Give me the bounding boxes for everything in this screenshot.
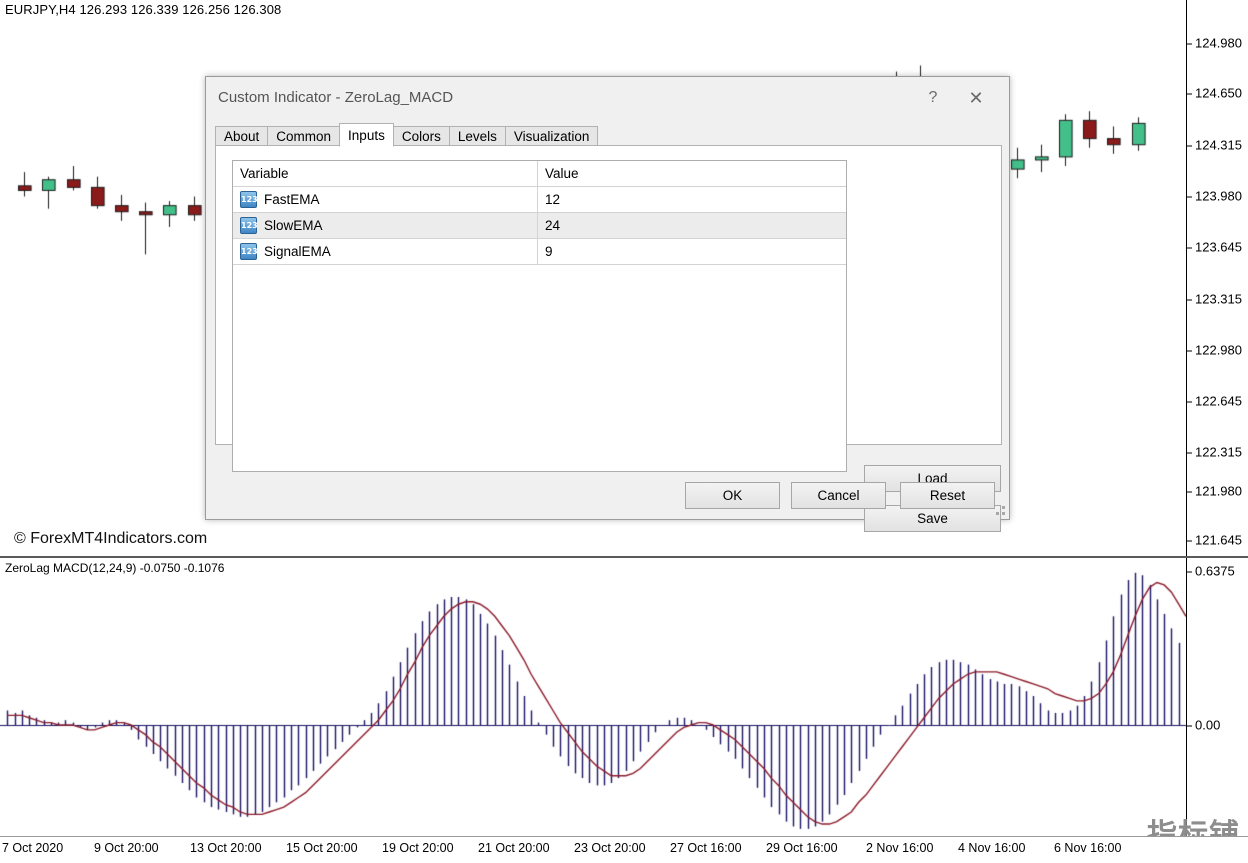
table-row[interactable]: 123 SlowEMA 24 [233,213,846,239]
forexmt4indicators-watermark: © ForexMT4Indicators.com [14,530,208,547]
variable-value-cell[interactable]: 24 [538,213,846,238]
price-tick-label: 121.980 [1187,483,1242,499]
table-row[interactable]: 123 SignalEMA 9 [233,239,846,265]
indicator-readout-label: ZeroLag MACD(12,24,9) -0.0750 -0.1076 [5,561,225,575]
tab-colors[interactable]: Colors [392,126,450,147]
variable-cell: 123 SignalEMA [233,239,538,264]
time-tick-label: 4 Nov 16:00 [958,841,1026,855]
variable-value-cell[interactable]: 9 [538,239,846,264]
price-tick-label: 121.645 [1187,532,1242,548]
tab-inputs[interactable]: Inputs [339,123,394,147]
number-icon: 123 [240,243,258,260]
number-icon: 123 [240,191,258,208]
chinese-watermark: 指标铺 [1147,818,1240,836]
help-icon[interactable]: ? [919,85,947,111]
time-tick-label: 21 Oct 20:00 [478,841,550,855]
table-row[interactable]: 123 FastEMA 12 [233,187,846,213]
price-tick-label: 122.315 [1187,444,1242,460]
price-tick-label: 124.315 [1187,137,1242,153]
variable-name-label: FastEMA [264,192,320,207]
time-tick-label: 6 Nov 16:00 [1054,841,1122,855]
time-tick-label: 2 Nov 16:00 [866,841,934,855]
time-tick-label: 13 Oct 20:00 [190,841,262,855]
inputs-tab-panel: Variable Value 123 FastEMA 12 123 SlowEMA 24 1… [215,145,1002,532]
time-tick-label: 9 Oct 20:00 [94,841,159,855]
macd-chart-canvas [0,558,1186,836]
tab-about[interactable]: About [215,126,269,147]
grid-header-row: Variable Value [233,161,846,187]
price-tick-label: 123.315 [1187,291,1242,307]
macd-tick-label: 0.00 [1186,717,1221,733]
column-header-variable: Variable [233,161,538,186]
dialog-titlebar[interactable]: Custom Indicator - ZeroLag_MACD ? ✕ [206,77,1009,119]
variable-value-cell[interactable]: 12 [538,187,846,212]
price-tick-label: 123.980 [1187,188,1242,204]
cancel-button[interactable]: Cancel [791,482,886,509]
tab-visualization[interactable]: Visualization [504,126,599,147]
time-tick-label: 27 Oct 16:00 [670,841,742,855]
variable-cell: 123 SlowEMA [233,213,538,238]
time-axis[interactable]: 7 Oct 2020 9 Oct 20:00 13 Oct 20:00 15 Oct … [0,836,1248,863]
reset-button[interactable]: Reset [900,482,995,509]
price-axis[interactable]: 124.980 124.650 124.315 123.980 123.645 123.3… [1186,0,1248,556]
price-tick-label: 124.650 [1187,85,1242,101]
price-tick-label: 122.980 [1187,342,1242,358]
macd-tick-label: 0.6375 [1187,563,1235,579]
column-header-value: Value [545,166,579,181]
close-icon[interactable]: ✕ [961,85,991,111]
dialog-tabstrip[interactable]: About Common Inputs Colors Levels Visualizati… [215,123,1002,147]
variable-name-label: SignalEMA [264,244,331,259]
time-tick-label: 7 Oct 2020 [2,841,64,855]
number-icon: 123 [240,217,258,234]
tab-levels[interactable]: Levels [448,126,506,147]
price-tick-label: 123.645 [1187,239,1242,255]
time-tick-label: 23 Oct 20:00 [574,841,646,855]
time-tick-label: 29 Oct 16:00 [766,841,838,855]
custom-indicator-dialog[interactable]: Custom Indicator - ZeroLag_MACD ? ✕ Abou… [205,76,1010,532]
time-tick-label: 19 Oct 20:00 [382,841,454,855]
save-button[interactable]: Save [864,505,1001,532]
time-tick-label: 15 Oct 20:00 [286,841,358,855]
tab-common[interactable]: Common [267,126,341,147]
variables-grid[interactable]: Variable Value 123 FastEMA 12 123 SlowEMA 24 1… [232,160,847,472]
price-tick-label: 124.980 [1187,35,1242,51]
grid-body: 123 FastEMA 12 123 SlowEMA 24 123 SignalEMA 9 [233,187,846,265]
chart-symbol-label: EURJPY,H4 126.293 126.339 126.256 126.30… [5,2,282,17]
macd-value-axis[interactable]: 0.6375 0.00 [1186,558,1248,836]
resize-grip-icon[interactable] [996,506,1006,516]
dialog-title: Custom Indicator - ZeroLag_MACD [218,89,454,106]
variable-name-label: SlowEMA [264,218,323,233]
ok-button[interactable]: OK [685,482,780,509]
macd-indicator-pane[interactable]: ZeroLag MACD(12,24,9) -0.0750 -0.1076 指标… [0,558,1248,836]
price-tick-label: 122.645 [1187,393,1242,409]
variable-cell: 123 FastEMA [233,187,538,212]
